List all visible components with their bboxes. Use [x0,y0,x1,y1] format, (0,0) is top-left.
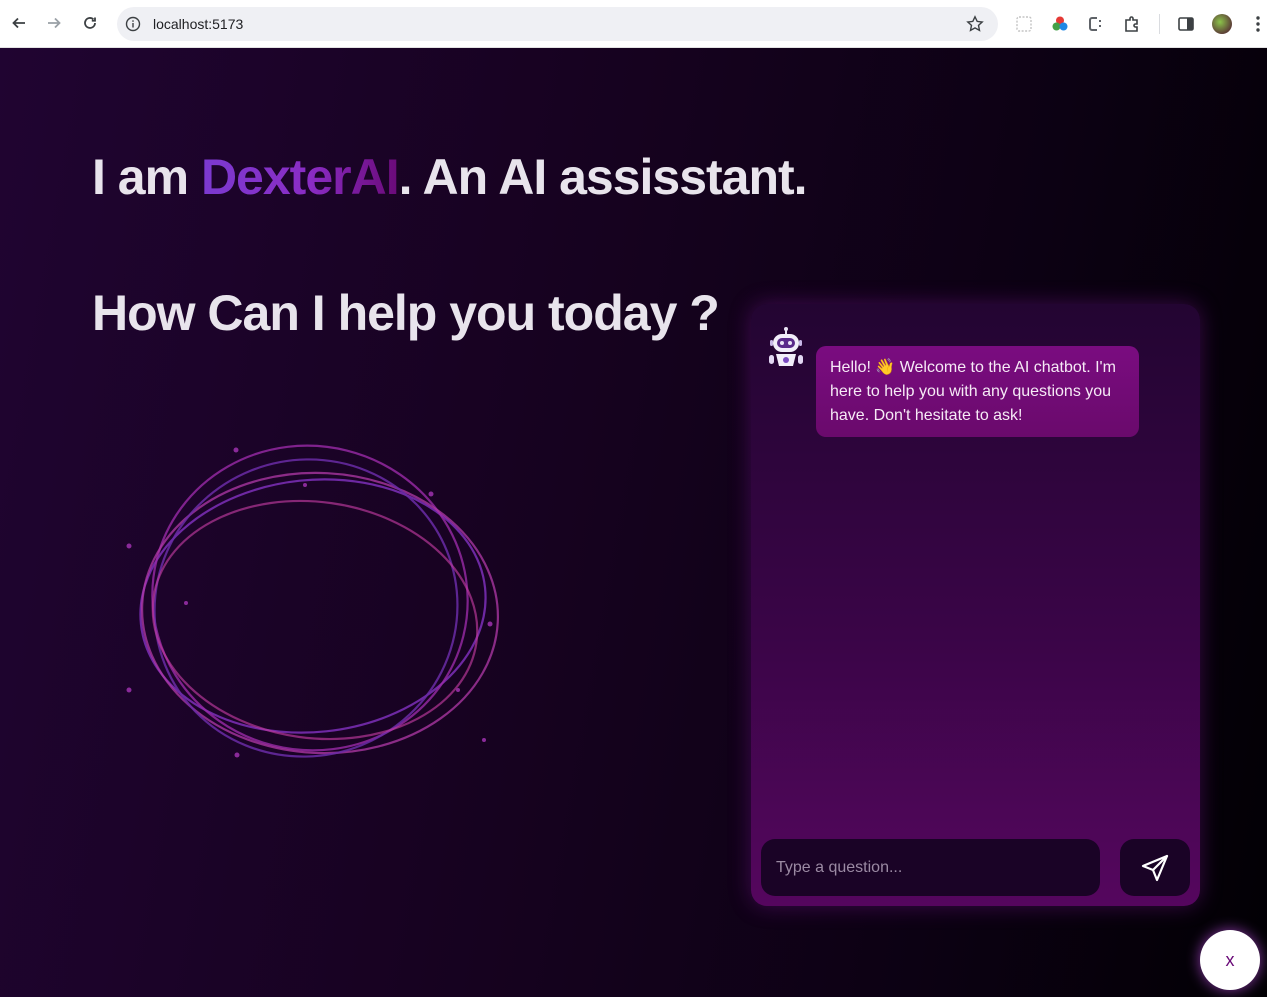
headline-prefix: I am [92,149,201,205]
send-paper-plane-icon [1141,854,1169,881]
reload-button[interactable] [77,10,103,36]
info-icon[interactable] [125,16,141,32]
send-button[interactable] [1120,839,1190,896]
url-text[interactable]: localhost:5173 [153,16,243,32]
close-label: x [1225,949,1235,970]
extension-grid-icon[interactable] [1014,14,1034,34]
browser-toolbar: localhost:5173 [0,0,1267,48]
arrow-right-icon [48,17,61,29]
reload-icon [84,17,96,29]
page-content: I am DexterAI. An AI assisstant. How Can… [0,48,1267,997]
close-chat-button[interactable]: x [1200,930,1260,990]
profile-avatar[interactable] [1212,14,1232,34]
bookmark-star-icon[interactable] [966,15,984,33]
brand-name: DexterAI [200,149,400,205]
css-extension-icon[interactable] [1086,14,1106,34]
toolbar-divider [1159,14,1160,34]
bot-message: Hello! 👋 Welcome to the AI chatbot. I'm … [816,346,1139,437]
more-menu-icon[interactable] [1248,14,1267,34]
help-question: How Can I help you today ? [92,285,720,341]
color-picker-icon[interactable] [1050,14,1070,34]
question-input[interactable] [761,839,1100,896]
puzzle-extensions-icon[interactable] [1122,14,1142,34]
chat-window: Hello! 👋 Welcome to the AI chatbot. I'm … [751,304,1200,906]
address-bar[interactable]: localhost:5173 [117,7,998,41]
forward-button[interactable] [41,10,67,36]
robot-avatar-icon [769,327,803,366]
headline-suffix: . An AI assisstant. [398,149,808,205]
back-button[interactable] [6,10,32,36]
arrow-left-icon [12,17,25,29]
hero-headline: I am DexterAI. An AI assisstant. [92,148,808,206]
side-panel-icon[interactable] [1176,14,1196,34]
ai-orb-animation [126,444,500,758]
